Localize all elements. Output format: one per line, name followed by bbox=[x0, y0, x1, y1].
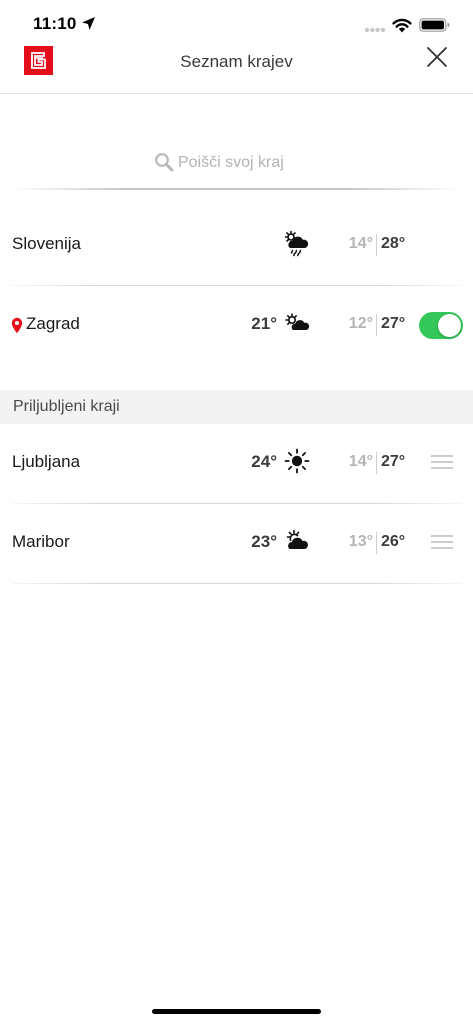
temp-divider bbox=[376, 234, 377, 256]
location-arrow-icon bbox=[82, 17, 95, 30]
search-underline bbox=[12, 188, 461, 190]
drag-handle-icon[interactable] bbox=[431, 535, 453, 549]
battery-icon bbox=[419, 18, 450, 32]
location-name: Zagrad bbox=[26, 314, 80, 333]
signal-icon bbox=[364, 27, 386, 33]
search-bar bbox=[12, 146, 461, 190]
search-icon bbox=[155, 153, 174, 172]
current-temp: 23° bbox=[251, 532, 277, 551]
temp-max: 27° bbox=[381, 453, 406, 470]
location-name: Maribor bbox=[12, 532, 70, 551]
wifi-icon bbox=[392, 18, 412, 33]
favorite-row-maribor[interactable]: Maribor 23° 13° 26° bbox=[0, 504, 473, 584]
temp-divider bbox=[376, 532, 377, 554]
sun-icon bbox=[284, 448, 310, 474]
favorite-row-ljubljana[interactable]: Ljubljana 24° 14° 27° bbox=[0, 424, 473, 504]
location-row-slovenija[interactable]: Slovenija 14° 28° bbox=[0, 206, 473, 286]
status-bar: 11:10 bbox=[0, 0, 473, 44]
home-indicator[interactable] bbox=[152, 1009, 321, 1014]
temp-divider bbox=[376, 314, 377, 336]
search-input[interactable] bbox=[178, 148, 378, 178]
status-time: 11:10 bbox=[33, 14, 77, 33]
favorites-section-header: Priljubljeni kraji bbox=[0, 390, 473, 424]
sun-cloud-rain-icon bbox=[284, 230, 309, 257]
page-title: Seznam krajev bbox=[180, 52, 293, 71]
temp-max: 26° bbox=[381, 533, 406, 550]
drag-handle-icon[interactable] bbox=[431, 455, 453, 469]
location-toggle[interactable] bbox=[419, 312, 463, 339]
close-icon[interactable] bbox=[424, 44, 450, 70]
temp-max: 27° bbox=[381, 315, 406, 332]
location-pin-icon bbox=[11, 317, 23, 334]
location-name: Ljubljana bbox=[12, 452, 81, 471]
temp-min: 14° bbox=[348, 453, 373, 470]
toggle-knob bbox=[438, 314, 461, 337]
temp-divider bbox=[376, 452, 377, 474]
temp-max: 28° bbox=[381, 235, 406, 252]
location-row-zagrad[interactable]: Zagrad 21° 12° 27° bbox=[0, 286, 473, 366]
temp-min: 13° bbox=[348, 533, 373, 550]
temp-min: 12° bbox=[348, 315, 373, 332]
header: Seznam krajev bbox=[0, 44, 473, 94]
current-temp: 21° bbox=[251, 314, 277, 333]
row-divider bbox=[12, 583, 461, 584]
sun-cloud-icon bbox=[286, 529, 308, 549]
temp-min: 14° bbox=[348, 235, 373, 252]
current-temp: 24° bbox=[251, 452, 277, 471]
section-title: Priljubljeni kraji bbox=[13, 398, 120, 415]
sun-cloud-icon bbox=[285, 313, 310, 330]
location-name: Slovenija bbox=[12, 234, 81, 253]
